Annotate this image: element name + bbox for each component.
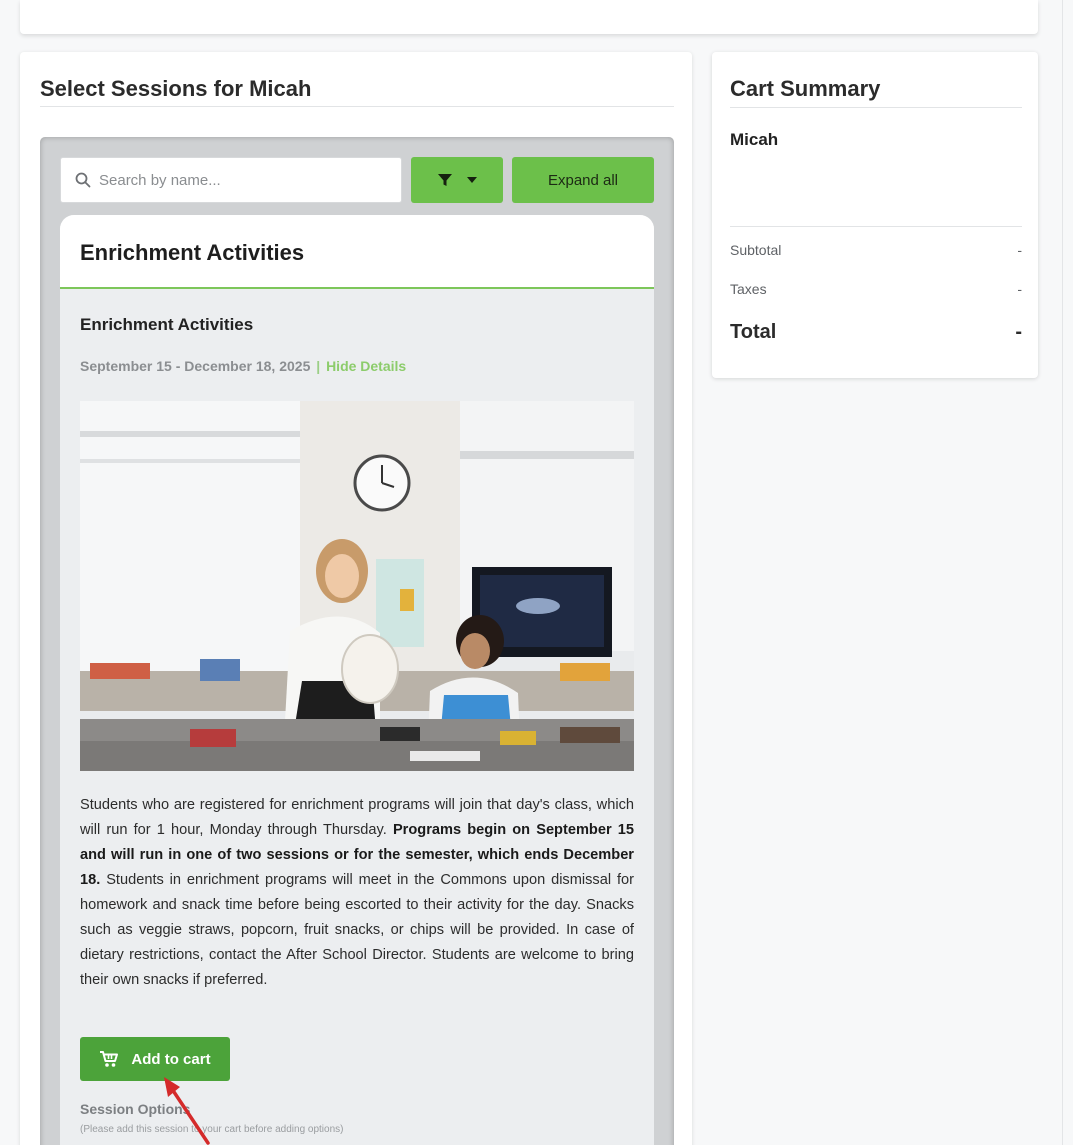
filter-button[interactable] [411, 157, 503, 203]
cart-title: Cart Summary [730, 76, 881, 101]
add-to-cart-label: Add to cart [131, 1050, 211, 1068]
category-title: Enrichment Activities [80, 240, 305, 265]
search-input[interactable] [99, 171, 389, 189]
subtotal-row: Subtotal - [730, 242, 1022, 258]
activity-category-card: Enrichment Activities Enrichment Activit… [60, 215, 654, 1145]
page-edge-divider [1062, 0, 1063, 1145]
filter-icon [438, 174, 452, 186]
taxes-row: Taxes - [730, 281, 1022, 297]
red-arrow-icon [164, 1077, 210, 1145]
expand-all-button[interactable]: Expand all [512, 157, 654, 203]
program-photo [80, 401, 634, 771]
description-rest: Students in enrichment programs will mee… [80, 872, 634, 988]
program-dates: September 15 - December 18, 2025 | Hide … [80, 358, 406, 374]
cart-title-divider [730, 107, 1022, 108]
search-icon [75, 172, 91, 188]
cart-items-divider [730, 226, 1022, 227]
top-header-card [20, 0, 1038, 34]
taxes-value: - [1017, 281, 1022, 297]
title-divider [40, 106, 674, 107]
session-list-frame[interactable]: Expand all Enrichment Activities Enrichm… [40, 137, 674, 1145]
subtotal-label: Subtotal [730, 242, 782, 258]
date-separator: | [316, 358, 321, 374]
caret-down-icon [467, 177, 477, 183]
total-value: - [1015, 321, 1022, 343]
search-box[interactable] [60, 157, 402, 203]
total-label: Total [730, 321, 777, 343]
total-row: Total - [730, 321, 1022, 344]
page-title: Select Sessions for Micah [40, 76, 312, 101]
taxes-label: Taxes [730, 281, 767, 297]
date-range: September 15 - December 18, 2025 [80, 358, 311, 374]
cart-summary-panel: Cart Summary Micah Subtotal - Taxes - To… [712, 52, 1038, 378]
category-header[interactable]: Enrichment Activities [60, 215, 654, 289]
program-description: Students who are registered for enrichme… [80, 793, 634, 993]
program-title: Enrichment Activities [80, 315, 254, 334]
subtotal-value: - [1017, 242, 1022, 258]
hide-details-link[interactable]: Hide Details [326, 358, 406, 374]
session-selection-panel: Select Sessions for Micah Expand all Enr… [20, 52, 692, 1145]
cart-student-name: Micah [730, 130, 779, 149]
cart-icon [100, 1051, 119, 1067]
